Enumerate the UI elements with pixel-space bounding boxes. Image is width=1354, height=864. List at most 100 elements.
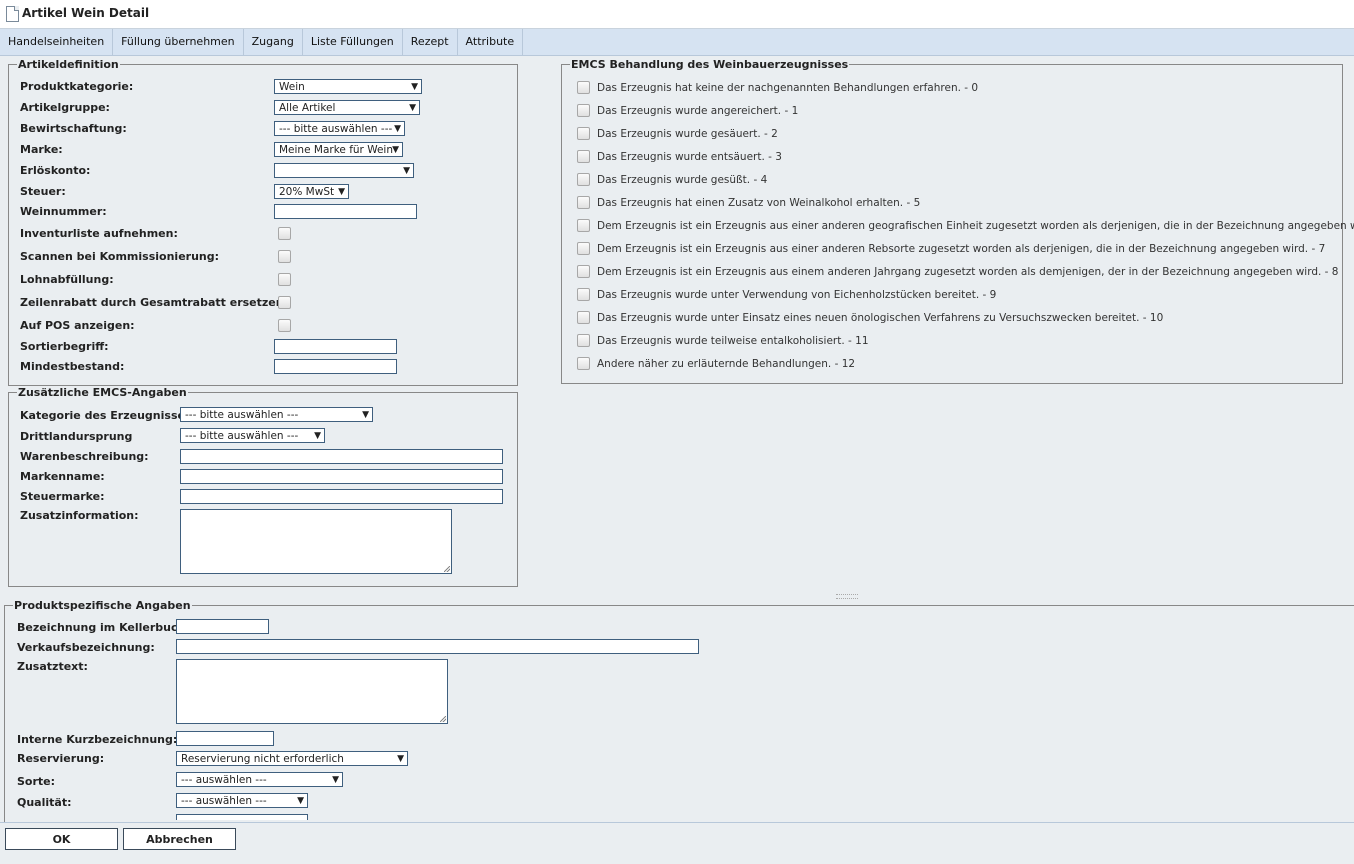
input-markenname[interactable]	[180, 469, 503, 484]
tab-liste-fuellungen[interactable]: Liste Füllungen	[303, 29, 403, 55]
tab-attribute[interactable]: Attribute	[458, 29, 524, 55]
checkbox-auf-pos[interactable]	[278, 319, 291, 332]
dropdown-arrow-icon: ▼	[362, 410, 369, 420]
label-reservierung: Reservierung:	[17, 752, 105, 765]
panel-splitter[interactable]	[0, 591, 1354, 599]
dropdown-arrow-icon: ▼	[409, 103, 416, 113]
checkbox-scannen[interactable]	[278, 250, 291, 263]
label-erloeskonto: Erlöskonto:	[20, 164, 91, 177]
checkbox-behandlung-2[interactable]	[577, 127, 590, 140]
label-weinnummer: Weinnummer:	[20, 205, 107, 218]
label-behandlung-2: Das Erzeugnis wurde gesäuert. - 2	[597, 128, 778, 140]
select-steuer-value: 20% MwSt	[279, 186, 335, 198]
label-behandlung-8: Dem Erzeugnis ist ein Erzeugnis aus eine…	[597, 266, 1339, 278]
label-produktkategorie: Produktkategorie:	[20, 80, 134, 93]
label-verkaufsbezeichnung: Verkaufsbezeichnung:	[17, 641, 155, 654]
input-warenbeschreibung[interactable]	[180, 449, 503, 464]
checkbox-behandlung-8[interactable]	[577, 265, 590, 278]
select-reservierung[interactable]: Reservierung nicht erforderlich ▼	[176, 751, 408, 766]
select-kategorie-erzeugnis[interactable]: --- bitte auswählen --- ▼	[180, 407, 373, 422]
checkbox-behandlung-6[interactable]	[577, 219, 590, 232]
input-weinnummer[interactable]	[274, 204, 417, 219]
checkbox-behandlung-10[interactable]	[577, 311, 590, 324]
label-drittlandursprung: Drittlandursprung	[20, 430, 133, 443]
dialog-footer: OK Abbrechen	[0, 822, 1354, 864]
select-qualitaet[interactable]: --- auswählen --- ▼	[176, 793, 308, 808]
select-marke[interactable]: Meine Marke für Wein ▼	[274, 142, 403, 157]
checkbox-behandlung-12[interactable]	[577, 357, 590, 370]
label-sortierbegriff: Sortierbegriff:	[20, 340, 109, 353]
dropdown-arrow-icon: ▼	[297, 796, 304, 806]
label-kategorie-erzeugnis: Kategorie des Erzeugnisses	[20, 409, 192, 422]
input-mindestbestand[interactable]	[274, 359, 397, 374]
label-behandlung-10: Das Erzeugnis wurde unter Einsatz eines …	[597, 312, 1164, 324]
select-qualitaet-value: --- auswählen ---	[181, 795, 267, 807]
legend-emcs-behandlung: EMCS Behandlung des Weinbauerzeugnisses	[571, 58, 849, 71]
select-produktkategorie[interactable]: Wein ▼	[274, 79, 422, 94]
textarea-zusatzinformation[interactable]	[180, 509, 452, 574]
ok-button[interactable]: OK	[5, 828, 118, 850]
label-inventurliste: Inventurliste aufnehmen:	[20, 227, 178, 240]
cancel-button[interactable]: Abbrechen	[123, 828, 236, 850]
label-behandlung-9: Das Erzeugnis wurde unter Verwendung von…	[597, 289, 997, 301]
select-drittland-value: --- bitte auswählen ---	[185, 430, 299, 442]
checkbox-behandlung-7[interactable]	[577, 242, 590, 255]
select-bewirtschaftung-value: --- bitte auswählen ---	[279, 123, 393, 135]
select-marke-value: Meine Marke für Wein	[279, 144, 394, 156]
checkbox-inventurliste[interactable]	[278, 227, 291, 240]
select-sorte[interactable]: --- auswählen --- ▼	[176, 772, 343, 787]
legend-produktspezifisch: Produktspezifische Angaben	[14, 599, 191, 612]
dropdown-arrow-icon: ▼	[314, 431, 321, 441]
label-steuer: Steuer:	[20, 185, 66, 198]
label-steuermarke: Steuermarke:	[20, 490, 105, 503]
input-steuermarke[interactable]	[180, 489, 503, 504]
label-behandlung-5: Das Erzeugnis hat einen Zusatz von Weina…	[597, 197, 921, 209]
label-behandlung-11: Das Erzeugnis wurde teilweise entalkohol…	[597, 335, 869, 347]
toolbar-tabs: Handelseinheiten Füllung übernehmen Zuga…	[0, 29, 1354, 56]
dropdown-arrow-icon: ▼	[397, 754, 404, 764]
checkbox-behandlung-9[interactable]	[577, 288, 590, 301]
dropdown-arrow-icon: ▼	[394, 124, 401, 134]
tab-rezept[interactable]: Rezept	[403, 29, 458, 55]
checkbox-behandlung-3[interactable]	[577, 150, 590, 163]
label-behandlung-0: Das Erzeugnis hat keine der nachgenannte…	[597, 82, 979, 94]
select-artikelgruppe-value: Alle Artikel	[279, 102, 336, 114]
label-kellerbuch: Bezeichnung im Kellerbuch:	[17, 621, 190, 634]
label-kurzbezeichnung: Interne Kurzbezeichnung:	[17, 733, 178, 746]
label-behandlung-7: Dem Erzeugnis ist ein Erzeugnis aus eine…	[597, 243, 1326, 255]
checkbox-lohnabfuellung[interactable]	[278, 273, 291, 286]
input-kurzbezeichnung[interactable]	[176, 731, 274, 746]
input-sortierbegriff[interactable]	[274, 339, 397, 354]
select-erloeskonto[interactable]: ▼	[274, 163, 414, 178]
checkbox-zeilenrabatt[interactable]	[278, 296, 291, 309]
checkbox-behandlung-0[interactable]	[577, 81, 590, 94]
label-bewirtschaftung: Bewirtschaftung:	[20, 122, 127, 135]
window-title: Artikel Wein Detail	[22, 6, 150, 20]
select-artikelgruppe[interactable]: Alle Artikel ▼	[274, 100, 420, 115]
textarea-zusatztext[interactable]	[176, 659, 448, 724]
checkbox-behandlung-5[interactable]	[577, 196, 590, 209]
select-drittlandursprung[interactable]: --- bitte auswählen --- ▼	[180, 428, 325, 443]
label-behandlung-6: Dem Erzeugnis ist ein Erzeugnis aus eine…	[597, 220, 1354, 232]
checkbox-behandlung-4[interactable]	[577, 173, 590, 186]
input-kellerbuch[interactable]	[176, 619, 269, 634]
select-kategorie-value: --- bitte auswählen ---	[185, 409, 299, 421]
label-behandlung-4: Das Erzeugnis wurde gesüßt. - 4	[597, 174, 768, 186]
label-behandlung-1: Das Erzeugnis wurde angereichert. - 1	[597, 105, 799, 117]
legend-emcs-angaben: Zusätzliche EMCS-Angaben	[18, 386, 187, 399]
select-steuer[interactable]: 20% MwSt ▼	[274, 184, 349, 199]
dropdown-arrow-icon: ▼	[411, 82, 418, 92]
tab-zugang[interactable]: Zugang	[244, 29, 303, 55]
tab-handelseinheiten[interactable]: Handelseinheiten	[0, 29, 114, 55]
checkbox-behandlung-1[interactable]	[577, 104, 590, 117]
tab-fuellung-uebernehmen[interactable]: Füllung übernehmen	[113, 29, 244, 55]
input-verkaufsbezeichnung[interactable]	[176, 639, 699, 654]
label-zeilenrabatt: Zeilenrabatt durch Gesamtrabatt ersetzen…	[20, 296, 288, 309]
dropdown-arrow-icon: ▼	[338, 187, 345, 197]
select-produktkategorie-value: Wein	[279, 81, 305, 93]
label-mindestbestand: Mindestbestand:	[20, 360, 125, 373]
select-partial-hidden[interactable]	[176, 814, 308, 820]
label-artikelgruppe: Artikelgruppe:	[20, 101, 110, 114]
checkbox-behandlung-11[interactable]	[577, 334, 590, 347]
select-bewirtschaftung[interactable]: --- bitte auswählen --- ▼	[274, 121, 405, 136]
